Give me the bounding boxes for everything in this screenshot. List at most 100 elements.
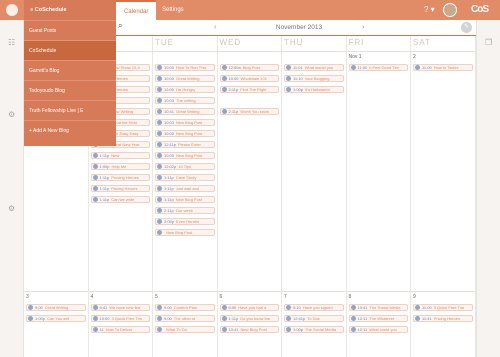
event-time: 2:11p	[228, 109, 239, 114]
calendar-event[interactable]: 12:11p Please Enter	[155, 141, 215, 148]
calendar-event[interactable]: 12:00 I'm Hungry	[155, 86, 215, 93]
calendar-event[interactable]: 1:00p It's Halloween	[284, 86, 344, 93]
day-of-week-label: THU	[284, 38, 304, 47]
event-title: The writing	[176, 98, 196, 103]
menu-item-coschedule[interactable]: CoSchedule	[24, 40, 116, 60]
calendar-event[interactable]: 9:00 Great Writing	[26, 304, 86, 311]
drafts-icon[interactable]: ❐	[485, 38, 492, 47]
day-number[interactable]: 3	[26, 294, 29, 300]
calendar-event[interactable]: 1:11p Proving Heroes	[90, 174, 150, 181]
day-number[interactable]: 6	[220, 294, 223, 300]
calendar-event[interactable]: 11:00 3 Quick Free Tim	[413, 304, 473, 311]
calendar-event[interactable]: 10:41 The Social Media	[348, 304, 408, 311]
event-title: We have new fea	[109, 305, 141, 310]
calendar-event[interactable]: New Blog Post	[155, 229, 215, 236]
calendar-event[interactable]: 1:11p New	[90, 152, 150, 159]
calendar-event[interactable]: 1:00p Can You sell	[26, 315, 86, 322]
event-title: New	[111, 153, 120, 158]
calendar-event[interactable]: 11:00 How to Tackle	[413, 64, 473, 71]
calendar-event[interactable]: 9:00 The other st	[155, 315, 215, 322]
event-time: 1:11p	[164, 197, 174, 202]
calendar-event[interactable]: 11 How To Deliver	[90, 326, 150, 333]
calendar-event[interactable]: 9:10 Have you signed	[284, 304, 344, 311]
event-time: 12:41p	[293, 316, 306, 321]
day-number[interactable]: 5	[155, 294, 158, 300]
calendar-event[interactable]: 1:00p The Social Media	[284, 326, 344, 333]
calendar-event[interactable]: 1:11p New Blog Post	[155, 196, 215, 203]
calendar-event[interactable]: 10:03 New Blog Post	[155, 119, 215, 126]
event-title: Case Study	[175, 175, 197, 180]
day-number[interactable]: 4	[91, 294, 94, 300]
tab-settings[interactable]: Settings	[154, 0, 192, 20]
calendar-event[interactable]: 12:41p To Dos	[284, 315, 344, 322]
calendar-event[interactable]: 2:11p Worth You know	[219, 108, 279, 115]
event-time: 9:00	[228, 305, 237, 310]
calendar-event[interactable]: 10:00 How To Run This	[155, 64, 215, 71]
calendar-event[interactable]: 10:00 Great Writing	[155, 75, 215, 82]
calendar-event[interactable]: 12:11 What could you	[348, 326, 408, 333]
calendar-event[interactable]: 11:10 Your Blogging	[284, 75, 344, 82]
event-time: 10:41	[357, 305, 368, 310]
grid-view-icon[interactable]: ☷	[8, 38, 15, 47]
day-number[interactable]: 7	[284, 294, 287, 300]
calendar-event[interactable]: 10:41 New Blog Post	[219, 326, 279, 333]
calendar-event[interactable]: 10:00 Wholesale 101	[219, 75, 279, 82]
calendar-event[interactable]: 9:00 Have you had a	[219, 304, 279, 311]
calendar-event[interactable]: 10:03 The writing	[155, 97, 215, 104]
event-title: Can You sell	[47, 316, 70, 321]
event-time: 11:10	[293, 76, 303, 81]
calendar-event[interactable]: 12:00a Blog Post	[219, 64, 279, 71]
day-number[interactable]: 9	[413, 294, 416, 300]
calendar-event[interactable]: 12:02p 10 Tips	[155, 163, 215, 170]
calendar-event[interactable]: 1:00p Help Me	[90, 163, 150, 170]
calendar-event[interactable]: 12:11 The Whatever	[348, 315, 408, 322]
calendar-event[interactable]: 1:11p Just wait and	[155, 185, 215, 192]
search-icon[interactable]: ⌕	[118, 21, 122, 31]
calendar-event[interactable]: 10:00 3 Quick Free Tim	[90, 315, 150, 322]
calendar-event[interactable]: 2:05p Even Heroes	[155, 218, 215, 225]
event-title: Great Writing	[44, 305, 69, 310]
prev-month-button[interactable]: ‹	[214, 20, 216, 36]
calendar-event[interactable]: 1:11p Pricing Heroes	[90, 185, 150, 192]
event-title: Blog Post	[242, 65, 260, 70]
event-time: 12:02p	[164, 164, 177, 169]
event-time: 9:00	[35, 305, 43, 310]
avatar[interactable]	[443, 3, 457, 17]
event-title: Great Writing	[176, 109, 200, 114]
calendar-event[interactable]: 11:01 What would you	[284, 64, 344, 71]
menu-item-guest-posts[interactable]: Guest Posts	[24, 20, 116, 40]
menu-item-todoyoudo-blog[interactable]: Todoyoudo Blog	[24, 80, 116, 100]
month-label: November 2013	[275, 24, 323, 31]
next-month-button[interactable]: ›	[362, 20, 364, 36]
help-icon[interactable]: ? ▾	[424, 5, 435, 15]
calendar-event[interactable]: 10:00 New Blog Post	[155, 130, 215, 137]
menu-item-garretts-blog[interactable]: Garrett's Blog	[24, 60, 116, 80]
event-title: Please Enter	[177, 142, 201, 147]
calendar-event[interactable]: 10:00 New Blog Post	[155, 152, 215, 159]
calendar-event[interactable]: 11:00 It Feel Good Tim	[348, 64, 408, 71]
day-number[interactable]: 2	[413, 54, 416, 60]
menu-item-truth-fellowship[interactable]: Truth Fellowship Live | E	[24, 100, 116, 120]
calendar-event[interactable]: 9:41 We have new fea	[90, 304, 150, 311]
calendar-event[interactable]: What To Do	[155, 326, 215, 333]
calendar-event[interactable]: 2:11p Find The Right	[219, 86, 279, 93]
event-title: Find The Right	[240, 87, 267, 92]
event-time: 11:00	[422, 305, 432, 310]
calendar-event[interactable]: 2:11p Our week	[155, 207, 215, 214]
event-title: It Feel Good Tim	[369, 65, 399, 70]
day-number[interactable]: 8	[349, 294, 352, 300]
calendar-event[interactable]: 1:11p Can we write	[90, 196, 150, 203]
calendar-event[interactable]: 9:00 Content Plan	[155, 304, 215, 311]
day-of-week-label: FRI	[348, 38, 365, 47]
day-number[interactable]: Nov 1	[349, 54, 362, 60]
add-blog-button[interactable]: + Add A New Blog	[24, 120, 116, 140]
calendar-event[interactable]: 1:11p Case Study	[155, 174, 215, 181]
tab-calendar[interactable]: Calendar	[116, 0, 157, 20]
calendar-event[interactable]: 10:41 Great Writing	[155, 108, 215, 115]
event-time: 11:00	[357, 65, 368, 70]
settings-icon[interactable]: ⚙	[8, 110, 15, 119]
calendar-event[interactable]: 1:11p Do you know the	[219, 315, 279, 322]
settings-icon-2[interactable]: ⚙	[8, 204, 15, 213]
edit-icon[interactable]: ✎	[461, 22, 472, 33]
calendar-event[interactable]: 11:41 Pricing Heroes	[413, 315, 473, 322]
